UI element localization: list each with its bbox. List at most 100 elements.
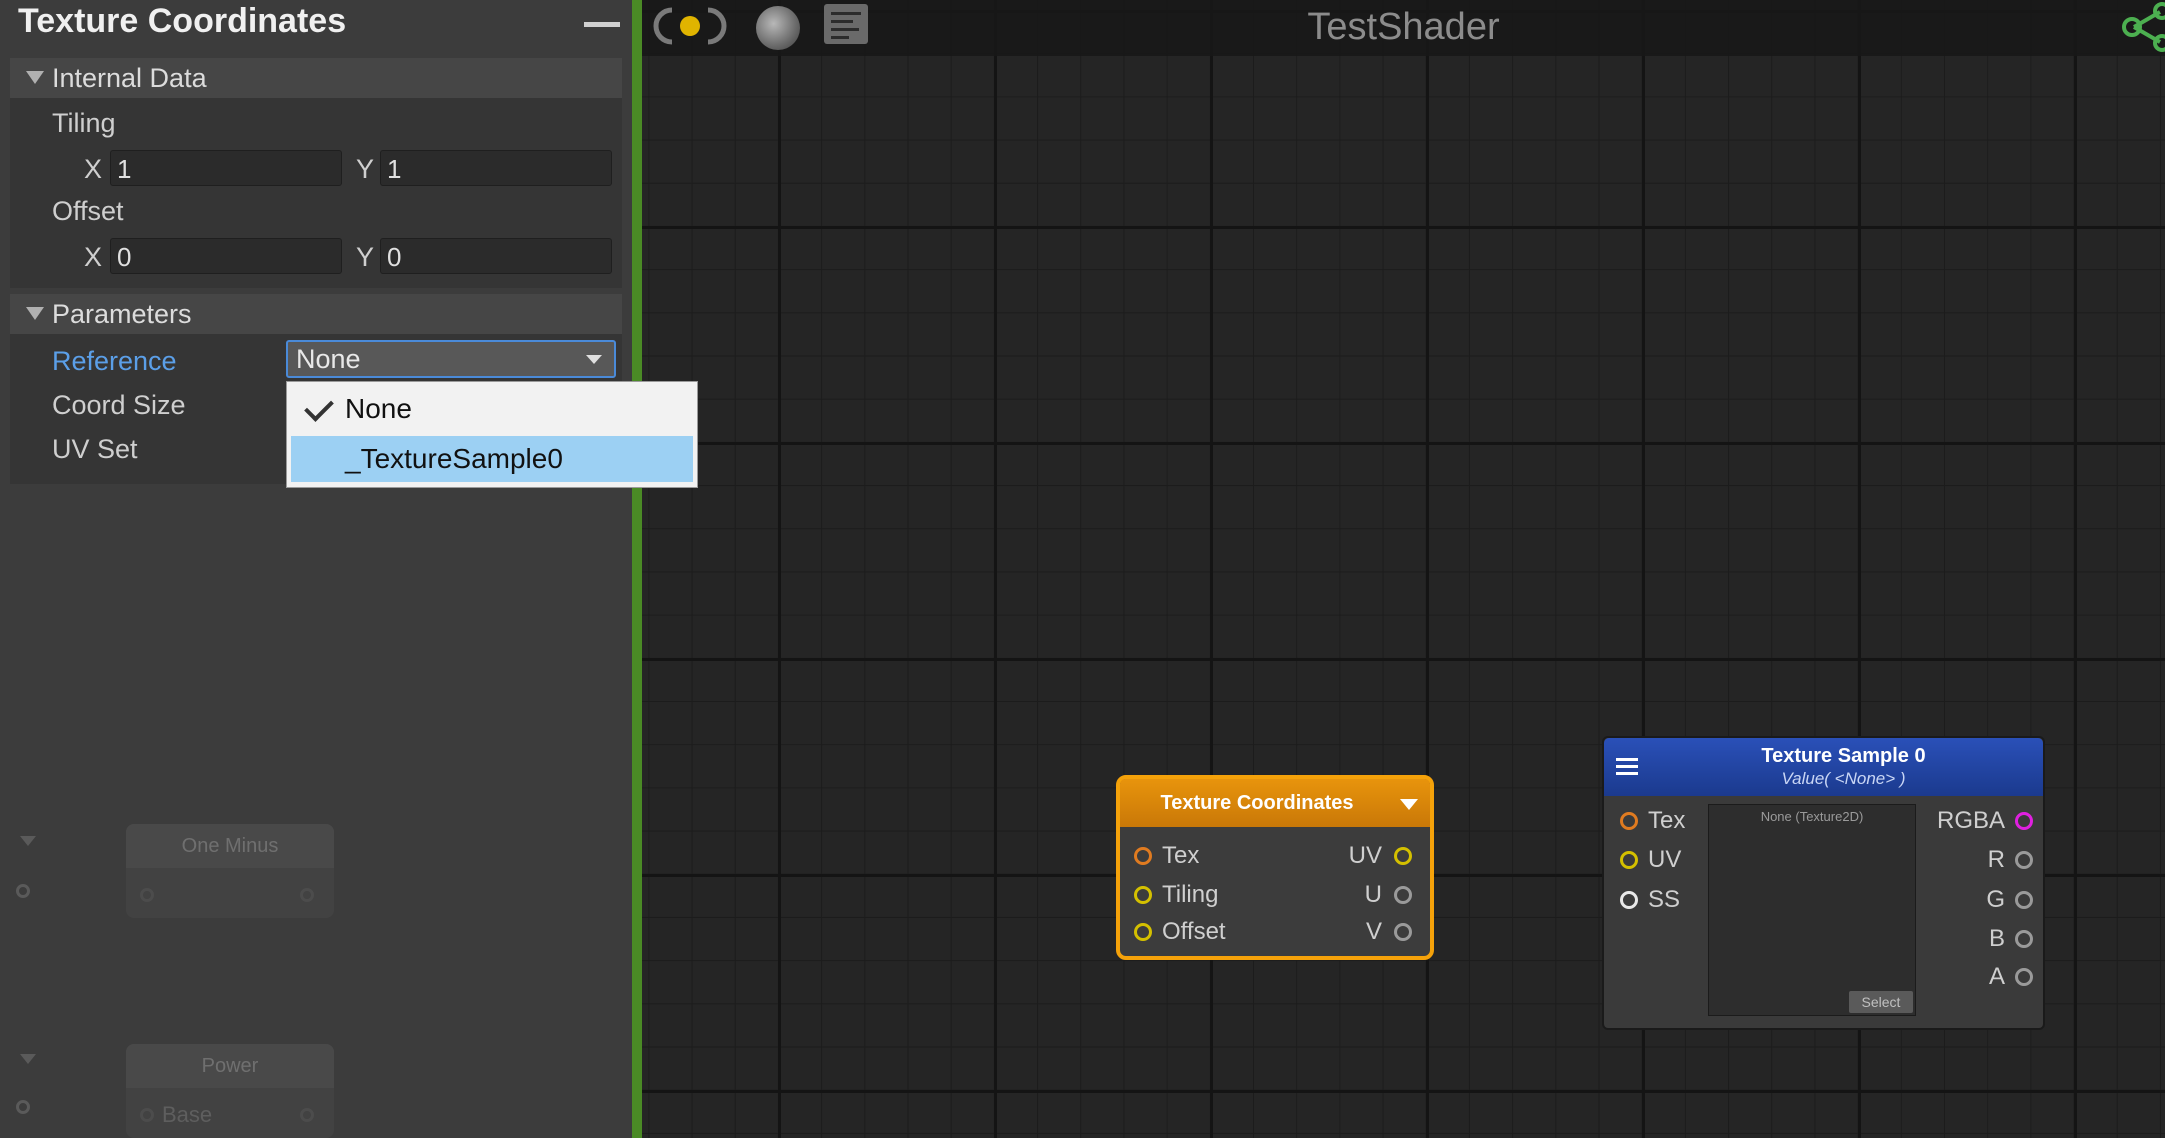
texture-sample-node[interactable]: Texture Sample 0 Value( <None> ) Tex UV …	[1602, 736, 2045, 1030]
panel-resize-handle[interactable]	[632, 0, 642, 1138]
input-port-uv[interactable]: UV	[1618, 845, 1708, 875]
faded-port-icon	[16, 1100, 30, 1114]
menu-item-texturesample0[interactable]: _TextureSample0	[291, 436, 693, 482]
port-circle-icon	[1134, 886, 1152, 904]
port-label: U	[1364, 881, 1382, 908]
collapse-triangle-icon	[26, 307, 44, 320]
texture-coordinates-node[interactable]: Texture Coordinates Tex Tiling Offset UV…	[1116, 775, 1434, 960]
output-port-v[interactable]: V	[1300, 917, 1412, 947]
faded-node-title: Power	[126, 1044, 334, 1088]
shader-title: TestShader	[1307, 6, 1500, 48]
port-circle-icon	[2015, 851, 2033, 869]
offset-y-field[interactable]: 0	[380, 238, 612, 274]
port-circle-icon	[2015, 812, 2033, 830]
hamburger-menu-icon[interactable]	[1616, 758, 1638, 776]
node-subtitle: Value( <None> )	[1781, 769, 1906, 788]
output-port-rgba[interactable]: RGBA	[1920, 806, 2033, 836]
offset-x-label: X	[84, 242, 103, 272]
section-label: Parameters	[52, 299, 192, 329]
minimize-button[interactable]	[584, 22, 620, 27]
port-label: UV	[1648, 846, 1682, 873]
select-texture-button[interactable]: Select	[1849, 991, 1913, 1013]
collapse-triangle-icon	[26, 71, 44, 84]
faded-port-label: Base	[162, 1102, 213, 1127]
faded-port-icon	[140, 1108, 154, 1122]
menu-item-label: _TextureSample0	[345, 443, 563, 474]
port-circle-icon	[1394, 847, 1412, 865]
faded-node-power: Power Base	[126, 1044, 334, 1138]
uv-set-label: UV Set	[52, 434, 138, 464]
input-port-ss[interactable]: SS	[1618, 885, 1708, 915]
inspector-panel: Texture Coordinates Internal Data Tiling…	[0, 0, 632, 1138]
canvas-toolbar: TestShader	[642, 0, 2165, 56]
faded-arrow-icon	[20, 836, 36, 846]
output-port-a[interactable]: A	[1920, 962, 2033, 992]
node-header[interactable]: Texture Sample 0 Value( <None> )	[1604, 738, 2043, 796]
menu-item-label: None	[345, 393, 412, 424]
checkmark-icon	[304, 392, 334, 422]
output-port-b[interactable]: B	[1920, 924, 2033, 954]
port-label: G	[1986, 886, 2005, 913]
menu-item-none[interactable]: None	[291, 386, 693, 432]
faded-port-icon	[300, 1108, 314, 1122]
internal-data-header[interactable]: Internal Data	[10, 58, 622, 98]
port-circle-icon	[2015, 930, 2033, 948]
tiling-y-label: Y	[356, 154, 375, 184]
output-port-g[interactable]: G	[1920, 885, 2033, 915]
parameters-header[interactable]: Parameters	[10, 294, 622, 334]
node-title: Texture Sample 0	[1761, 745, 1926, 767]
port-label: SS	[1648, 886, 1681, 913]
port-label: Tex	[1162, 842, 1200, 869]
port-circle-icon	[1394, 923, 1412, 941]
output-port-uv[interactable]: UV	[1300, 841, 1412, 871]
texture-preview: None (Texture2D) Select	[1708, 804, 1916, 1016]
port-label: RGBA	[1936, 807, 2005, 834]
output-port-u[interactable]: U	[1300, 880, 1412, 910]
input-port-tex[interactable]: Tex	[1618, 806, 1708, 836]
offset-x-field[interactable]: 0	[110, 238, 342, 274]
output-port-r[interactable]: R	[1920, 845, 2033, 875]
port-label: Tiling	[1162, 881, 1219, 908]
port-label: Tex	[1648, 807, 1686, 834]
port-label: R	[1987, 846, 2005, 873]
port-circle-icon	[1620, 812, 1638, 830]
tiling-x-label: X	[84, 154, 103, 184]
faded-arrow-icon	[20, 1054, 36, 1064]
share-icon[interactable]	[2116, 2, 2165, 52]
node-graph-canvas[interactable]: TestShader Texture Coordinates Tex Tilin…	[642, 0, 2165, 1138]
port-circle-icon	[1620, 851, 1638, 869]
section-label: Internal Data	[52, 63, 207, 93]
tiling-label: Tiling	[52, 108, 116, 138]
chevron-down-icon[interactable]	[1400, 799, 1418, 810]
port-circle-icon	[2015, 891, 2033, 909]
reference-label: Reference	[52, 346, 177, 376]
port-label: B	[1988, 925, 2005, 952]
coord-size-label: Coord Size	[52, 390, 186, 420]
faded-port-icon	[16, 884, 30, 898]
port-label: A	[1988, 963, 2005, 990]
port-circle-icon	[2015, 968, 2033, 986]
faded-port-icon	[300, 888, 314, 902]
tiling-x-field[interactable]: 1	[110, 150, 342, 186]
internal-data-body: Tiling X 1 Y 1 Offset X 0 Y 0	[10, 98, 622, 288]
faded-node-title: One Minus	[126, 824, 334, 868]
offset-label: Offset	[52, 196, 124, 226]
offset-y-label: Y	[356, 242, 375, 272]
node-header[interactable]: Texture Coordinates	[1120, 779, 1430, 827]
faded-port-icon	[140, 888, 154, 902]
chevron-down-icon	[586, 355, 602, 364]
reference-dropdown-menu: None _TextureSample0	[286, 381, 698, 488]
reference-dropdown[interactable]: None	[286, 340, 616, 378]
port-label: Offset	[1162, 918, 1226, 945]
node-title: Texture Coordinates	[1160, 792, 1354, 814]
port-circle-icon	[1134, 847, 1152, 865]
port-circle-icon	[1394, 886, 1412, 904]
port-circle-icon	[1620, 891, 1638, 909]
port-label: UV	[1348, 842, 1382, 869]
panel-title: Texture Coordinates	[18, 2, 347, 40]
preview-label: None (Texture2D)	[1760, 809, 1864, 824]
reference-value: None	[296, 344, 361, 374]
faded-node-one-minus: One Minus	[126, 824, 334, 918]
port-circle-icon	[1134, 923, 1152, 941]
tiling-y-field[interactable]: 1	[380, 150, 612, 186]
